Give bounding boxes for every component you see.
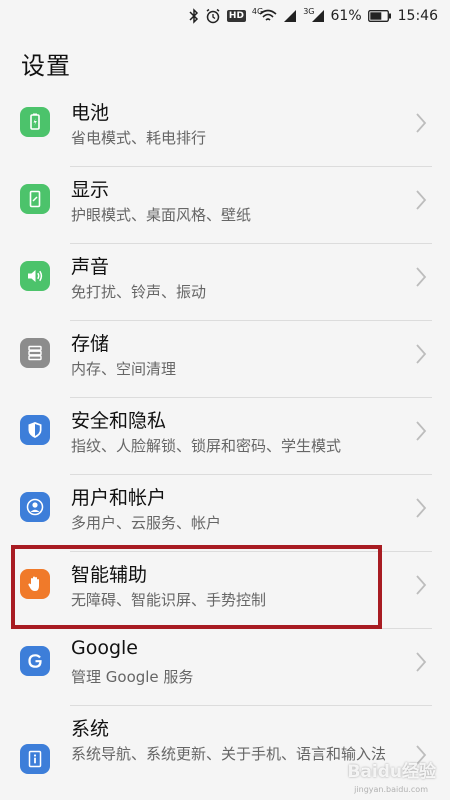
settings-item-subtitle: 指纹、人脸解锁、锁屏和密码、学生模式 [71,437,342,455]
phone-screen: HD 4G 3G 61% 15:46 设置 电池 省电模式、耗电排行 显示 护眼… [0,0,450,800]
google-icon [20,646,50,676]
settings-item-storage[interactable]: 存储 内存、空间清理 [0,321,450,398]
alarm-icon [205,7,221,25]
settings-item-subtitle: 管理 Google 服务 [71,668,194,686]
watermark: Baidu经验 [347,762,436,782]
page-title: 设置 [21,52,71,80]
chevron-right-icon [416,652,427,672]
chevron-right-icon [416,498,427,518]
settings-list: 电池 省电模式、耗电排行 显示 护眼模式、桌面风格、壁纸 声音 免打扰、铃声、振… [0,90,450,800]
chevron-right-icon [416,344,427,364]
settings-item-title: Google [71,637,139,659]
chevron-right-icon [416,190,427,210]
signal-icon-1 [283,7,297,25]
settings-item-title: 智能辅助 [71,564,148,586]
settings-item-subtitle: 多用户、云服务、帐户 [71,514,222,532]
display-icon [20,184,50,214]
storage-icon [20,338,50,368]
header: 设置 [0,32,450,90]
settings-item-subtitle: 省电模式、耗电排行 [71,129,207,147]
settings-item-title: 电池 [71,102,110,124]
clock: 15:46 [397,8,438,24]
status-bar: HD 4G 3G 61% 15:46 [0,0,450,32]
battery-percent: 61% [330,8,362,24]
wifi-icon: 4G [252,7,277,25]
settings-item-title: 系统 [71,718,110,740]
signal-icon-2: 3G [303,7,324,25]
settings-item-subtitle: 内存、空间清理 [71,360,177,378]
settings-item-security-privacy[interactable]: 安全和隐私 指纹、人脸解锁、锁屏和密码、学生模式 [0,398,450,475]
shield-icon [20,415,50,445]
settings-item-subtitle: 护眼模式、桌面风格、壁纸 [71,206,252,224]
user-icon [20,492,50,522]
settings-item-title: 显示 [71,179,110,201]
settings-item-display[interactable]: 显示 护眼模式、桌面风格、壁纸 [0,167,450,244]
settings-item-sound[interactable]: 声音 免打扰、铃声、振动 [0,244,450,321]
net-4g-label: 4G [251,6,264,16]
chevron-right-icon [416,113,427,133]
settings-item-title: 存储 [71,333,110,355]
battery-icon [20,107,50,137]
bluetooth-icon [189,7,199,25]
battery-status-icon [367,7,392,25]
hand-icon [20,569,50,599]
info-icon [20,744,50,774]
chevron-right-icon [416,575,427,595]
speaker-icon [20,261,50,291]
chevron-right-icon [416,267,427,287]
net-3g-label: 3G [303,6,315,16]
chevron-right-icon [416,421,427,441]
settings-item-smart-assistance[interactable]: 智能辅助 无障碍、智能识屏、手势控制 [0,552,450,629]
settings-item-title: 安全和隐私 [71,410,167,432]
settings-item-battery[interactable]: 电池 省电模式、耗电排行 [0,90,450,167]
settings-item-google[interactable]: Google 管理 Google 服务 [0,629,450,706]
settings-item-users-accounts[interactable]: 用户和帐户 多用户、云服务、帐户 [0,475,450,552]
settings-item-subtitle: 无障碍、智能识屏、手势控制 [71,591,267,609]
watermark-url: jingyan.baidu.com [354,785,428,794]
settings-item-subtitle: 免打扰、铃声、振动 [71,283,207,301]
hd-badge: HD [226,10,246,22]
settings-item-title: 用户和帐户 [71,487,167,509]
settings-item-title: 声音 [71,256,110,278]
